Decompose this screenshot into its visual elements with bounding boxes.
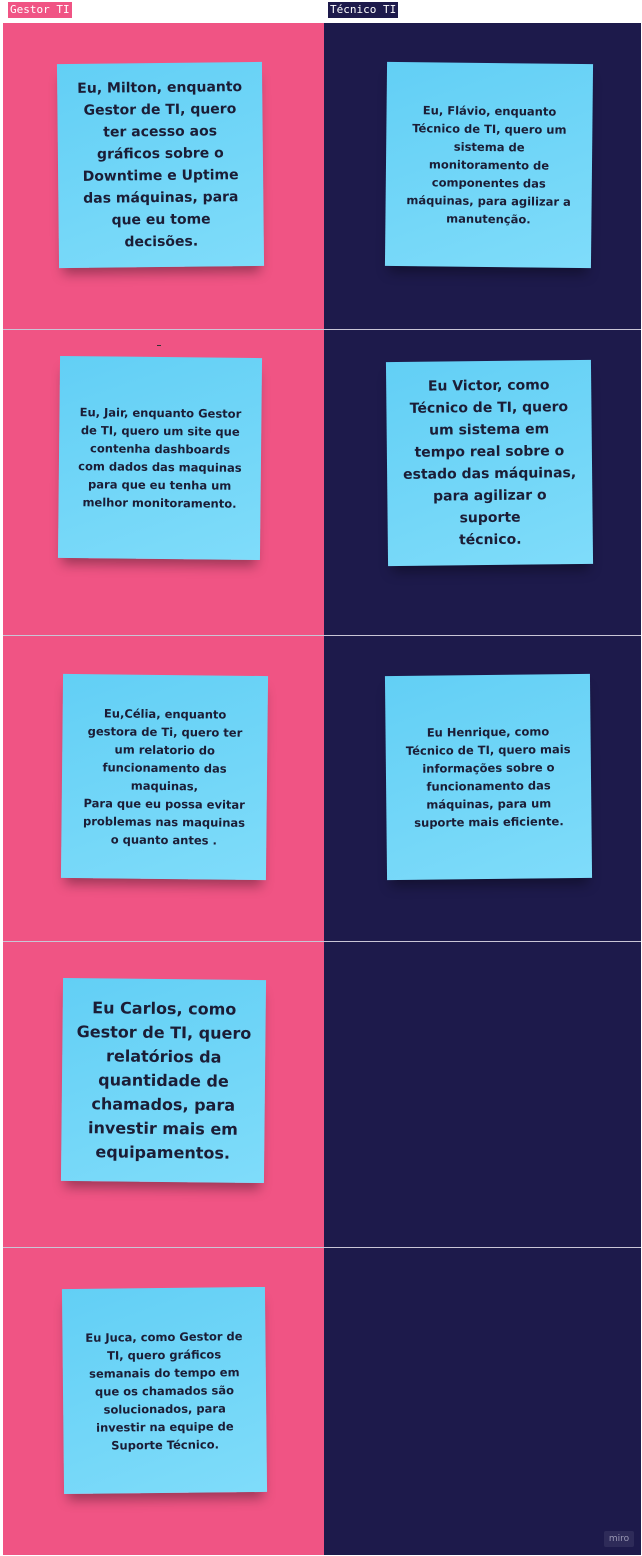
row-divider bbox=[3, 329, 641, 330]
sticky-note-celia[interactable]: Eu,Célia, enquanto gestora de Ti, quero … bbox=[60, 673, 269, 881]
column-label-tecnico[interactable]: Técnico TI bbox=[328, 2, 399, 18]
sticky-note-juca[interactable]: Eu Juca, como Gestor de TI, quero gráfic… bbox=[61, 1286, 268, 1495]
sticky-note-text: Eu Victor, como Técnico de TI, quero um … bbox=[403, 377, 577, 549]
sticky-note-jair[interactable]: Eu, Jair, enquanto Gestor de TI, quero u… bbox=[57, 355, 263, 561]
stray-mark bbox=[157, 345, 161, 346]
row-divider bbox=[3, 941, 641, 942]
sticky-note-text: Eu Carlos, como Gestor de TI, quero rela… bbox=[76, 997, 252, 1163]
sticky-note-flavio[interactable]: Eu, Flávio, enquanto Técnico de TI, quer… bbox=[384, 61, 594, 269]
board-header: Gestor TI Técnico TI bbox=[0, 0, 642, 22]
sticky-note-text: Eu, Jair, enquanto Gestor de TI, quero u… bbox=[78, 405, 242, 511]
sticky-note-milton[interactable]: Eu, Milton, enquanto Gestor de TI, quero… bbox=[56, 61, 265, 269]
sticky-note-text: Eu, Milton, enquanto Gestor de TI, quero… bbox=[77, 79, 243, 251]
swimlane-board: Eu, Milton, enquanto Gestor de TI, quero… bbox=[3, 23, 641, 1555]
row-divider bbox=[3, 635, 641, 636]
column-label-gestor[interactable]: Gestor TI bbox=[8, 2, 72, 18]
sticky-note-henrique[interactable]: Eu Henrique, como Técnico de TI, quero m… bbox=[384, 673, 593, 881]
sticky-note-carlos[interactable]: Eu Carlos, como Gestor de TI, quero rela… bbox=[60, 977, 267, 1184]
miro-watermark: miro bbox=[604, 1531, 634, 1547]
sticky-note-text: Eu Henrique, como Técnico de TI, quero m… bbox=[405, 724, 571, 830]
sticky-note-text: Eu Juca, como Gestor de TI, quero gráfic… bbox=[85, 1328, 243, 1453]
sticky-note-victor[interactable]: Eu Victor, como Técnico de TI, quero um … bbox=[385, 359, 594, 567]
sticky-note-text: Eu, Flávio, enquanto Técnico de TI, quer… bbox=[406, 103, 571, 227]
sticky-note-text: Eu,Célia, enquanto gestora de Ti, quero … bbox=[82, 706, 246, 848]
row-divider bbox=[3, 1247, 641, 1248]
